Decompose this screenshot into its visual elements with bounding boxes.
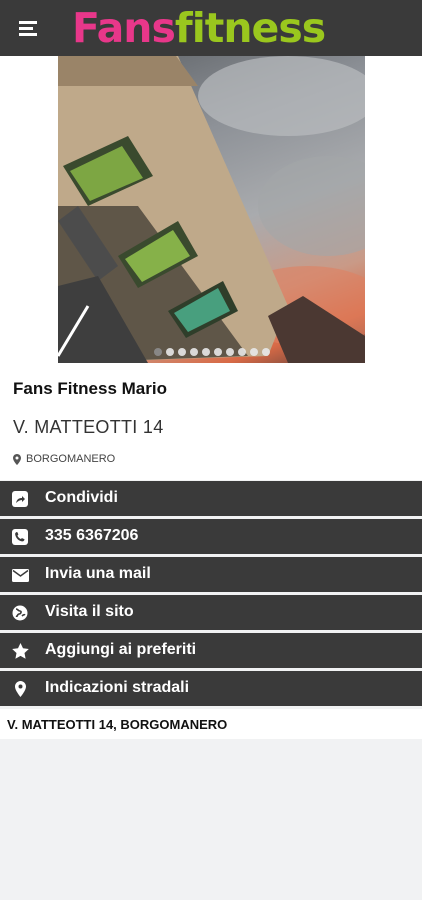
add-favorite-label: Aggiungi ai preferiti: [45, 641, 197, 658]
gallery-dot[interactable]: [214, 348, 222, 356]
action-list: Condividi 335 6367206 Invia una mail Vis…: [0, 481, 422, 709]
gallery-dot[interactable]: [178, 348, 186, 356]
place-name: Fans Fitness Mario: [13, 379, 167, 398]
add-favorite-button[interactable]: Aggiungi ai preferiti: [0, 633, 422, 668]
visit-site-button[interactable]: Visita il sito: [0, 595, 422, 630]
gallery-dot[interactable]: [238, 348, 246, 356]
phone-number: 335 6367206: [45, 527, 139, 544]
place-info: Fans Fitness Mario V. MATTEOTTI 14 BORGO…: [0, 363, 422, 480]
gym-building-photo: [58, 56, 365, 363]
city-label: BORGOMANERO: [26, 453, 116, 465]
gallery-dot[interactable]: [226, 348, 234, 356]
logo-text-fans: Fans: [72, 4, 176, 52]
map-pin-icon: [13, 453, 21, 465]
call-button[interactable]: 335 6367206: [0, 519, 422, 554]
gallery-pagination[interactable]: [154, 348, 270, 356]
hamburger-menu-icon[interactable]: [10, 12, 46, 44]
gallery-dot[interactable]: [262, 348, 270, 356]
share-button[interactable]: Condividi: [0, 481, 422, 516]
share-icon: [11, 490, 29, 508]
logo-text-fitness: fitness: [174, 4, 326, 52]
star-icon: [11, 642, 29, 660]
place-city: BORGOMANERO: [13, 453, 115, 465]
gallery-dot[interactable]: [154, 348, 162, 356]
globe-icon: [11, 604, 29, 622]
send-mail-label: Invia una mail: [45, 565, 151, 582]
visit-site-label: Visita il sito: [45, 603, 134, 620]
mail-icon: [11, 566, 29, 584]
place-address: V. MATTEOTTI 14: [13, 417, 164, 437]
app-header: Fansfitness: [0, 0, 422, 56]
gallery-dot[interactable]: [250, 348, 258, 356]
full-address-bar: V. MATTEOTTI 14, BORGOMANERO: [0, 709, 422, 739]
gallery-dot[interactable]: [166, 348, 174, 356]
directions-button[interactable]: Indicazioni stradali: [0, 671, 422, 706]
send-mail-button[interactable]: Invia una mail: [0, 557, 422, 592]
map-pin-icon: [11, 680, 29, 698]
directions-label: Indicazioni stradali: [45, 679, 190, 696]
phone-icon: [11, 528, 29, 546]
gallery-dot[interactable]: [190, 348, 198, 356]
photo-gallery[interactable]: [0, 56, 422, 363]
full-address: V. MATTEOTTI 14, BORGOMANERO: [7, 717, 228, 732]
gallery-dot[interactable]: [202, 348, 210, 356]
share-label: Condividi: [45, 489, 118, 506]
app-logo: Fansfitness: [72, 4, 326, 52]
